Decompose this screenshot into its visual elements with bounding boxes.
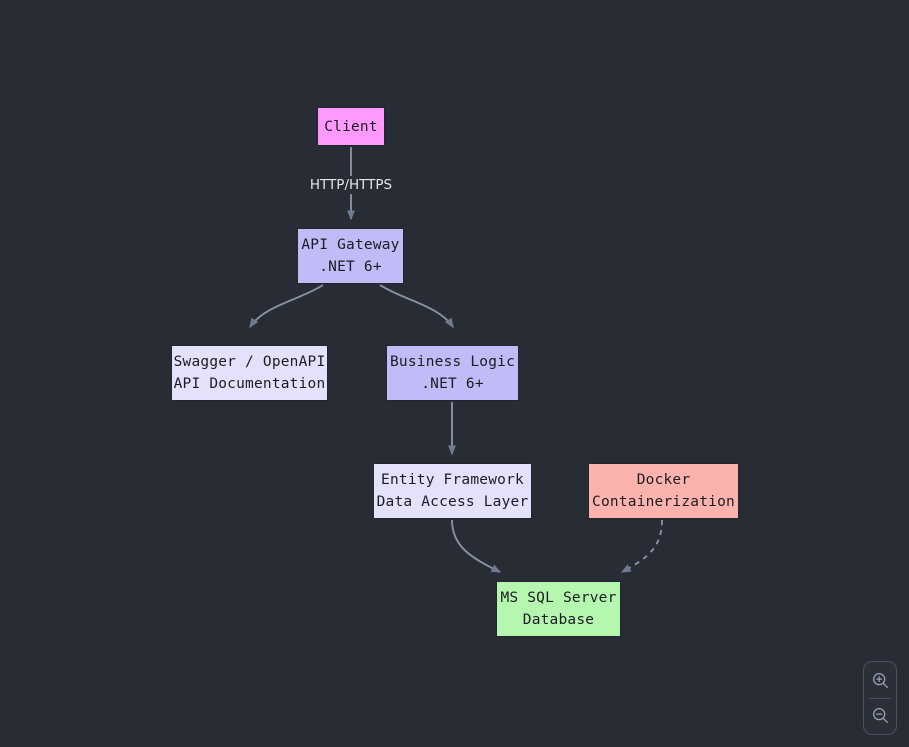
zoom-in-icon [872,673,888,689]
edge-docker-to-sql-server [620,519,663,573]
node-entity-framework[interactable]: Entity Framework Data Access Layer [373,463,532,519]
node-swagger[interactable]: Swagger / OpenAPI API Documentation [171,345,328,401]
edge-api-gateway-to-business-logic [379,284,454,329]
node-business-logic[interactable]: Business Logic .NET 6+ [386,345,519,401]
node-swagger-label: Swagger / OpenAPI [173,354,326,370]
node-business-logic-label: Business Logic [389,354,516,370]
node-sql-server[interactable]: MS SQL Server Database [496,581,621,637]
node-api-gateway-label: API Gateway [301,237,400,253]
edge-label-http-https: HTTP/HTTPS [306,176,396,194]
edge-entity-framework-to-sql-server [451,519,502,573]
node-api-gateway-sublabel: .NET 6+ [319,259,382,275]
node-business-logic-sublabel: .NET 6+ [421,376,484,392]
zoom-out-button[interactable] [863,698,897,732]
node-entity-framework-sublabel: Data Access Layer [376,494,529,510]
node-api-gateway[interactable]: API Gateway .NET 6+ [297,228,404,284]
node-docker-label: Docker [636,472,691,488]
node-sql-server-label: MS SQL Server [500,590,617,606]
zoom-in-button[interactable] [863,664,897,698]
node-client[interactable]: Client [317,107,385,146]
node-entity-framework-label: Entity Framework [381,472,524,488]
diagram-canvas[interactable]: Client API Gateway .NET 6+ Swagger / Ope… [0,0,909,747]
edge-api-gateway-to-swagger [249,284,324,329]
node-sql-server-sublabel: Database [522,612,595,628]
zoom-controls [863,661,897,735]
node-docker-sublabel: Containerization [592,494,735,510]
node-client-label: Client [324,118,378,135]
node-docker[interactable]: Docker Containerization [588,463,739,519]
node-swagger-sublabel: API Documentation [173,376,326,392]
zoom-out-icon [872,707,888,723]
